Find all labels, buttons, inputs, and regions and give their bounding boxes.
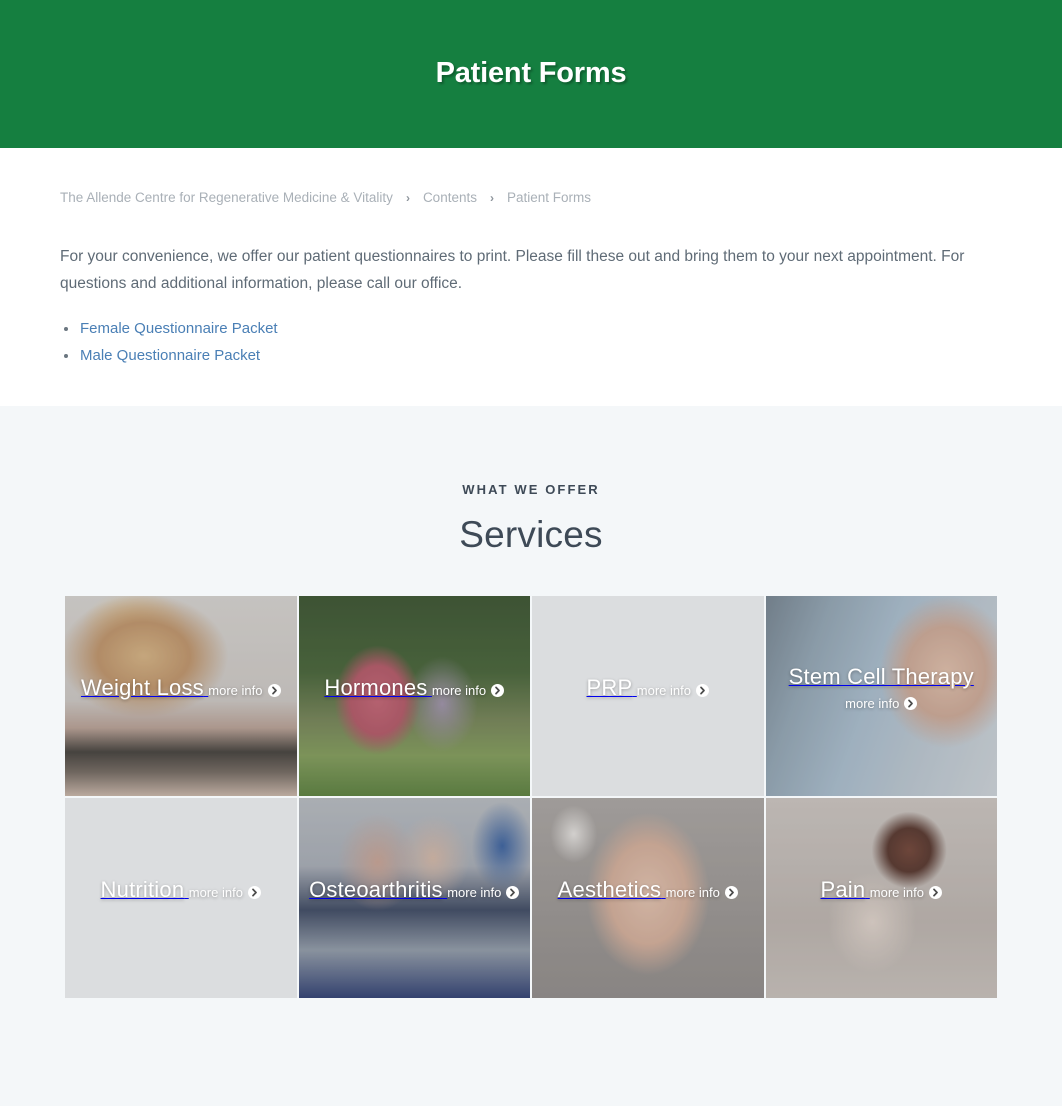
service-card-pain[interactable]: Pain more info bbox=[765, 798, 997, 998]
questionnaire-link-list: Female Questionnaire Packet Male Questio… bbox=[60, 315, 1002, 369]
more-info-label: more info bbox=[636, 683, 691, 698]
more-info-link[interactable]: more info bbox=[870, 885, 942, 900]
service-card-title: Stem Cell Therapy bbox=[788, 663, 974, 689]
page-title: Patient Forms bbox=[435, 56, 627, 89]
page-hero-banner: Patient Forms bbox=[0, 0, 1062, 148]
breadcrumb-item-home[interactable]: The Allende Centre for Regenerative Medi… bbox=[60, 190, 393, 205]
breadcrumb-separator-icon: › bbox=[489, 190, 494, 205]
more-info-label: more info bbox=[869, 885, 924, 900]
breadcrumb-item-current: Patient Forms bbox=[506, 190, 592, 205]
breadcrumb-separator-icon: › bbox=[405, 190, 410, 205]
service-card-title: Nutrition bbox=[100, 877, 185, 902]
intro-paragraph: For your convenience, we offer our patie… bbox=[60, 248, 965, 292]
more-info-label: more info bbox=[208, 683, 263, 698]
chevron-right-circle-icon bbox=[491, 684, 505, 697]
more-info-label: more info bbox=[447, 885, 502, 900]
service-card-title: Aesthetics bbox=[557, 877, 662, 902]
female-questionnaire-link[interactable]: Female Questionnaire Packet bbox=[80, 320, 278, 337]
more-info-label: more info bbox=[188, 885, 243, 900]
more-info-label: more info bbox=[665, 885, 720, 900]
chevron-right-circle-icon bbox=[724, 886, 738, 899]
more-info-label: more info bbox=[431, 683, 487, 698]
more-info-label: more info bbox=[845, 695, 900, 711]
service-card-title: Weight Loss bbox=[80, 675, 204, 700]
more-info-link[interactable]: more info bbox=[431, 683, 505, 698]
chevron-right-circle-icon bbox=[506, 886, 520, 899]
service-card-nutrition[interactable]: Nutrition more info bbox=[65, 798, 297, 998]
service-card-title: Pain bbox=[820, 877, 866, 902]
service-card-title: Hormones bbox=[324, 675, 428, 700]
more-info-link[interactable]: more info bbox=[189, 885, 261, 900]
more-info-link[interactable]: more info bbox=[208, 683, 281, 698]
more-info-link[interactable]: more info bbox=[447, 885, 520, 900]
service-card-aesthetics[interactable]: Aesthetics more info bbox=[532, 798, 764, 998]
chevron-right-circle-icon bbox=[696, 684, 709, 697]
service-card-prp[interactable]: PRP more info bbox=[532, 596, 764, 796]
services-grid: Weight Loss more info Hormones more info bbox=[65, 596, 997, 998]
service-card-title: PRP bbox=[586, 675, 633, 700]
services-eyebrow: WHAT WE OFFER bbox=[462, 482, 600, 497]
more-info-link[interactable]: more info bbox=[637, 683, 709, 698]
chevron-right-circle-icon bbox=[267, 684, 281, 697]
chevron-right-circle-icon bbox=[247, 886, 261, 899]
more-info-link[interactable]: more info bbox=[845, 695, 918, 711]
main-content: The Allende Centre for Regenerative Medi… bbox=[0, 148, 1062, 406]
services-heading: Services bbox=[459, 514, 603, 555]
service-card-stem-cell-therapy[interactable]: Stem Cell Therapy more info bbox=[765, 596, 997, 796]
service-card-osteoarthritis[interactable]: Osteoarthritis more info bbox=[298, 798, 530, 998]
service-card-title: Osteoarthritis bbox=[309, 877, 443, 902]
services-section: WHAT WE OFFER Services Weight Loss more … bbox=[0, 406, 1062, 1106]
breadcrumb-item-contents[interactable]: Contents bbox=[423, 190, 477, 205]
chevron-right-circle-icon bbox=[929, 886, 942, 899]
male-questionnaire-link[interactable]: Male Questionnaire Packet bbox=[80, 347, 260, 364]
service-card-weight-loss[interactable]: Weight Loss more info bbox=[65, 596, 297, 796]
more-info-link[interactable]: more info bbox=[666, 885, 738, 900]
service-card-hormones[interactable]: Hormones more info bbox=[298, 596, 530, 796]
chevron-right-circle-icon bbox=[904, 696, 918, 710]
list-item: Male Questionnaire Packet bbox=[60, 342, 1002, 369]
breadcrumb: The Allende Centre for Regenerative Medi… bbox=[60, 148, 1002, 205]
list-item: Female Questionnaire Packet bbox=[60, 315, 1002, 342]
